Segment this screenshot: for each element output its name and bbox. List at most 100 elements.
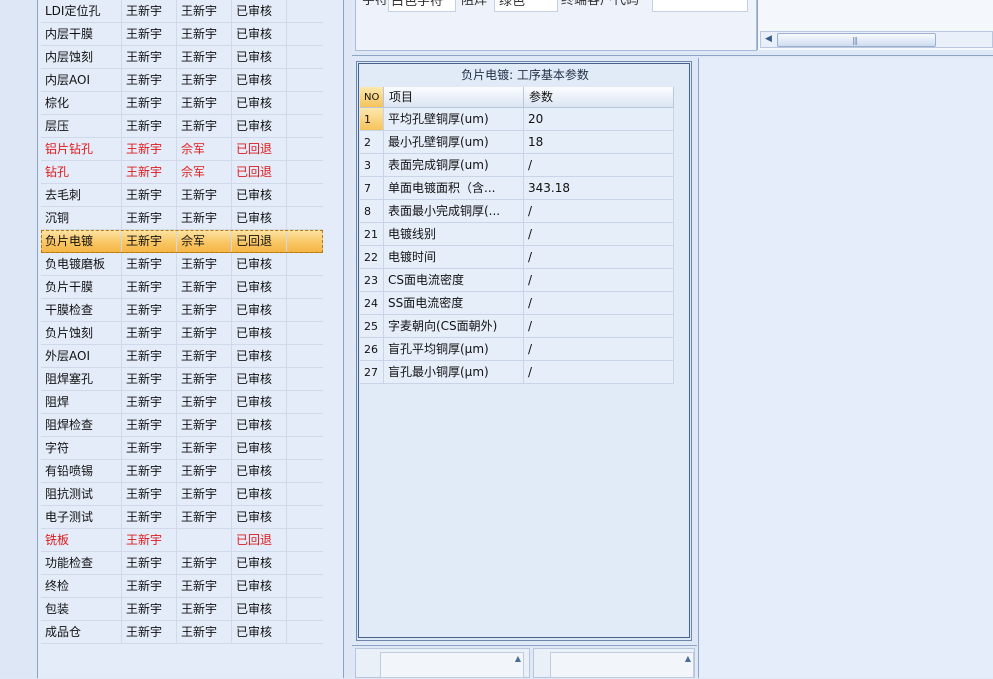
- maker: 王新宇: [122, 23, 177, 46]
- process-row[interactable]: 成品仓 王新宇 王新宇 已审核: [41, 621, 323, 644]
- process-row[interactable]: 电子测试 王新宇 王新宇 已审核: [41, 506, 323, 529]
- header-no[interactable]: NO: [360, 87, 384, 108]
- reviewer: 王新宇: [177, 322, 232, 345]
- scroll-up-icon[interactable]: ▲: [515, 654, 521, 663]
- process-row[interactable]: 负片电镀 王新宇 佘军 已回退: [41, 230, 323, 253]
- param-item: 表面最小完成铜厚(...: [384, 200, 524, 223]
- review-status: 已审核: [232, 115, 287, 138]
- process-row[interactable]: 去毛刺 王新宇 王新宇 已审核: [41, 184, 323, 207]
- process-name: 有铅喷锡: [41, 460, 122, 483]
- param-row[interactable]: 26 盲孔平均铜厚(μm) /: [360, 338, 674, 361]
- param-no: 1: [360, 108, 384, 131]
- spare-cell: [287, 138, 323, 161]
- param-value: /: [524, 154, 674, 177]
- spare-cell: [287, 437, 323, 460]
- maker: 王新宇: [122, 621, 177, 644]
- maker: 王新宇: [122, 437, 177, 460]
- character-field[interactable]: 白色字符: [388, 0, 456, 12]
- end-customer-code-field[interactable]: [652, 0, 748, 12]
- maker: 王新宇: [122, 598, 177, 621]
- scroll-left-icon[interactable]: ◀: [761, 32, 776, 47]
- param-row[interactable]: 1 平均孔壁铜厚(um) 20: [360, 108, 674, 131]
- param-value: /: [524, 200, 674, 223]
- reviewer: 王新宇: [177, 368, 232, 391]
- param-item: 电镀线别: [384, 223, 524, 246]
- maker: 王新宇: [122, 506, 177, 529]
- process-row[interactable]: 层压 王新宇 王新宇 已审核: [41, 115, 323, 138]
- process-row[interactable]: 内层AOI 王新宇 王新宇 已审核: [41, 69, 323, 92]
- param-item: 最小孔壁铜厚(um): [384, 131, 524, 154]
- process-name: LDI定位孔: [41, 0, 122, 23]
- spare-cell: [287, 460, 323, 483]
- scroll-thumb[interactable]: |||: [777, 33, 936, 47]
- process-row[interactable]: 负电镀磨板 王新宇 王新宇 已审核: [41, 253, 323, 276]
- maker: 王新宇: [122, 230, 177, 253]
- process-row[interactable]: 终检 王新宇 王新宇 已审核: [41, 575, 323, 598]
- review-status: 已审核: [232, 299, 287, 322]
- spare-cell: [287, 253, 323, 276]
- process-row[interactable]: 内层干膜 王新宇 王新宇 已审核: [41, 23, 323, 46]
- spare-cell: [287, 368, 323, 391]
- review-status: 已回退: [232, 529, 287, 552]
- label-end-customer-code: 终端客户代码: [561, 0, 640, 8]
- process-row[interactable]: 沉铜 王新宇 王新宇 已审核: [41, 207, 323, 230]
- process-name: 阻焊: [41, 391, 122, 414]
- param-row[interactable]: 2 最小孔壁铜厚(um) 18: [360, 131, 674, 154]
- header-value[interactable]: 参数: [524, 87, 674, 108]
- process-row[interactable]: 负片蚀刻 王新宇 王新宇 已审核: [41, 322, 323, 345]
- maker: 王新宇: [122, 575, 177, 598]
- param-value: /: [524, 315, 674, 338]
- param-row[interactable]: 23 CS面电流密度 /: [360, 269, 674, 292]
- process-row[interactable]: 阻焊检查 王新宇 王新宇 已审核: [41, 414, 323, 437]
- bottom-field-2[interactable]: ▲: [550, 652, 694, 678]
- spare-cell: [287, 92, 323, 115]
- process-row[interactable]: 内层蚀刻 王新宇 王新宇 已审核: [41, 46, 323, 69]
- bottom-field-1[interactable]: ▲: [380, 652, 524, 678]
- params-rows: 1 平均孔壁铜厚(um) 20 2 最小孔壁铜厚(um) 18 3 表面完成铜厚(um)/7 单…: [360, 108, 674, 384]
- process-row[interactable]: 铝片钻孔 王新宇 佘军 已回退: [41, 138, 323, 161]
- process-row[interactable]: 钻孔 王新宇 佘军 已回退: [41, 161, 323, 184]
- maker: 王新宇: [122, 483, 177, 506]
- reviewer: 佘军: [177, 161, 232, 184]
- header-item[interactable]: 项目: [384, 87, 524, 108]
- process-name: 字符: [41, 437, 122, 460]
- review-status: 已审核: [232, 621, 287, 644]
- param-value: /: [524, 338, 674, 361]
- param-row[interactable]: 24 SS面电流密度 /: [360, 292, 674, 315]
- process-row[interactable]: 阻抗测试 王新宇 王新宇 已审核: [41, 483, 323, 506]
- param-row[interactable]: 27 盲孔最小铜厚(μm) /: [360, 361, 674, 384]
- process-row[interactable]: 包装 王新宇 王新宇 已审核: [41, 598, 323, 621]
- param-value: /: [524, 269, 674, 292]
- process-row[interactable]: 负片干膜 王新宇 王新宇 已审核: [41, 276, 323, 299]
- process-row[interactable]: 外层AOI 王新宇 王新宇 已审核: [41, 345, 323, 368]
- process-row[interactable]: 铣板 王新宇 已回退: [41, 529, 323, 552]
- process-row[interactable]: LDI定位孔 王新宇 王新宇 已审核: [41, 0, 323, 23]
- process-row[interactable]: 功能检查 王新宇 王新宇 已审核: [41, 552, 323, 575]
- param-row[interactable]: 8 表面最小完成铜厚(... /: [360, 200, 674, 223]
- process-row[interactable]: 干膜检查 王新宇 王新宇 已审核: [41, 299, 323, 322]
- param-row[interactable]: 22 电镀时间 /: [360, 246, 674, 269]
- process-row[interactable]: 有铅喷锡 王新宇 王新宇 已审核: [41, 460, 323, 483]
- param-row[interactable]: 7 单面电镀面积（含... 343.18: [360, 177, 674, 200]
- param-item: 盲孔最小铜厚(μm): [384, 361, 524, 384]
- review-status: 已审核: [232, 414, 287, 437]
- process-row[interactable]: 阻焊塞孔 王新宇 王新宇 已审核: [41, 368, 323, 391]
- scroll-up-icon[interactable]: ▲: [685, 654, 691, 663]
- spare-cell: [287, 230, 323, 253]
- spare-cell: [287, 23, 323, 46]
- maker: 王新宇: [122, 253, 177, 276]
- reviewer: 王新宇: [177, 207, 232, 230]
- process-row[interactable]: 字符 王新宇 王新宇 已审核: [41, 437, 323, 460]
- spare-cell: [287, 621, 323, 644]
- param-row[interactable]: 3 表面完成铜厚(um) /: [360, 154, 674, 177]
- param-row[interactable]: 25 字麦朝向(CS面朝外) /: [360, 315, 674, 338]
- spare-cell: [287, 506, 323, 529]
- spare-cell: [287, 345, 323, 368]
- horizontal-scrollbar[interactable]: ◀ |||: [760, 31, 993, 48]
- reviewer: 王新宇: [177, 115, 232, 138]
- process-row[interactable]: 阻焊 王新宇 王新宇 已审核: [41, 391, 323, 414]
- solder-mask-field[interactable]: 绿色: [494, 0, 558, 12]
- param-row[interactable]: 21 电镀线别 /: [360, 223, 674, 246]
- process-row[interactable]: 棕化 王新宇 王新宇 已审核: [41, 92, 323, 115]
- spare-cell: [287, 414, 323, 437]
